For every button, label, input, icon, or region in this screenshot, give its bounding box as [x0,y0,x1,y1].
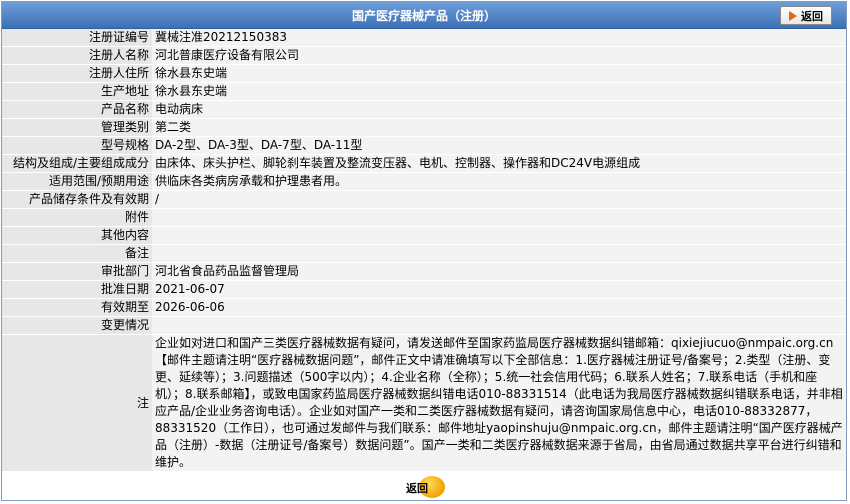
field-label: 注册人住所 [2,64,152,83]
title-bar: 国产医疗器械产品（注册） 返回 [2,2,846,29]
field-value: 河北普康医疗设备有限公司 [152,46,846,65]
field-value: 冀械注准20212150383 [152,29,846,47]
field-label: 变更情况 [2,316,152,335]
row-registrant-name: 注册人名称 河北普康医疗设备有限公司 [2,46,846,65]
field-value [152,226,846,245]
field-value [152,208,846,227]
back-button-label: 返回 [801,9,823,23]
info-table: 注册证编号 冀械注准20212150383 注册人名称 河北普康医疗设备有限公司… [2,29,846,472]
detail-panel: 国产医疗器械产品（注册） 返回 注册证编号 冀械注准20212150383 注册… [1,1,847,501]
row-note: 注 企业如对进口和国产三类医疗器械数据有疑问，请发送邮件至国家药监局医疗器械数据… [2,334,846,472]
back-button-top[interactable]: 返回 [780,6,832,25]
row-storage-validity: 产品储存条件及有效期 / [2,190,846,209]
field-label: 生产地址 [2,82,152,101]
row-registration-number: 注册证编号 冀械注准20212150383 [2,29,846,47]
row-model-spec: 型号规格 DA-2型、DA-3型、DA-7型、DA-11型 [2,136,846,155]
row-valid-until: 有效期至 2026-06-06 [2,298,846,317]
row-other-content: 其他内容 [2,226,846,245]
field-label: 产品储存条件及有效期 [2,190,152,209]
row-structure-composition: 结构及组成/主要组成成分 由床体、床头护栏、脚轮刹车装置及整流变压器、电机、控制… [2,154,846,173]
row-registrant-address: 注册人住所 徐水县东史端 [2,64,846,83]
row-remarks: 备注 [2,244,846,263]
row-scope-of-use: 适用范围/预期用途 供临床各类病房承载和护理患者用。 [2,172,846,191]
field-value [152,316,846,335]
page-title: 国产医疗器械产品（注册） [351,9,496,23]
field-value [152,244,846,263]
field-value: / [152,190,846,209]
field-label: 附件 [2,208,152,227]
back-button-bottom[interactable]: 返回 [403,476,447,498]
field-label: 批准日期 [2,280,152,299]
field-value: 河北省食品药品监督管理局 [152,262,846,281]
row-approval-department: 审批部门 河北省食品药品监督管理局 [2,262,846,281]
field-label: 审批部门 [2,262,152,281]
row-approval-date: 批准日期 2021-06-07 [2,280,846,299]
field-value: 2021-06-07 [152,280,846,299]
note-label: 注 [2,334,152,472]
row-attachments: 附件 [2,208,846,227]
field-label: 管理类别 [2,118,152,137]
field-label: 其他内容 [2,226,152,245]
field-label: 结构及组成/主要组成成分 [2,154,152,173]
note-text: 企业如对进口和国产三类医疗器械数据有疑问，请发送邮件至国家药监局医疗器械数据纠错… [152,334,846,472]
row-change-history: 变更情况 [2,316,846,335]
back-button-bottom-label: 返回 [406,482,428,495]
field-value: 供临床各类病房承载和护理患者用。 [152,172,846,191]
field-label: 注册人名称 [2,46,152,65]
field-value: 2026-06-06 [152,298,846,317]
field-value: DA-2型、DA-3型、DA-7型、DA-11型 [152,136,846,155]
field-value: 电动病床 [152,100,846,119]
row-management-category: 管理类别 第二类 [2,118,846,137]
row-production-address: 生产地址 徐水县东史端 [2,82,846,101]
field-value: 由床体、床头护栏、脚轮刹车装置及整流变压器、电机、控制器、操作器和DC24V电源… [152,154,846,173]
row-product-name: 产品名称 电动病床 [2,100,846,119]
field-value: 第二类 [152,118,846,137]
field-label: 注册证编号 [2,29,152,47]
field-label: 有效期至 [2,298,152,317]
field-label: 备注 [2,244,152,263]
field-value: 徐水县东史端 [152,82,846,101]
field-label: 型号规格 [2,136,152,155]
field-label: 产品名称 [2,100,152,119]
arrow-right-icon [789,10,797,21]
field-label: 适用范围/预期用途 [2,172,152,191]
field-value: 徐水县东史端 [152,64,846,83]
